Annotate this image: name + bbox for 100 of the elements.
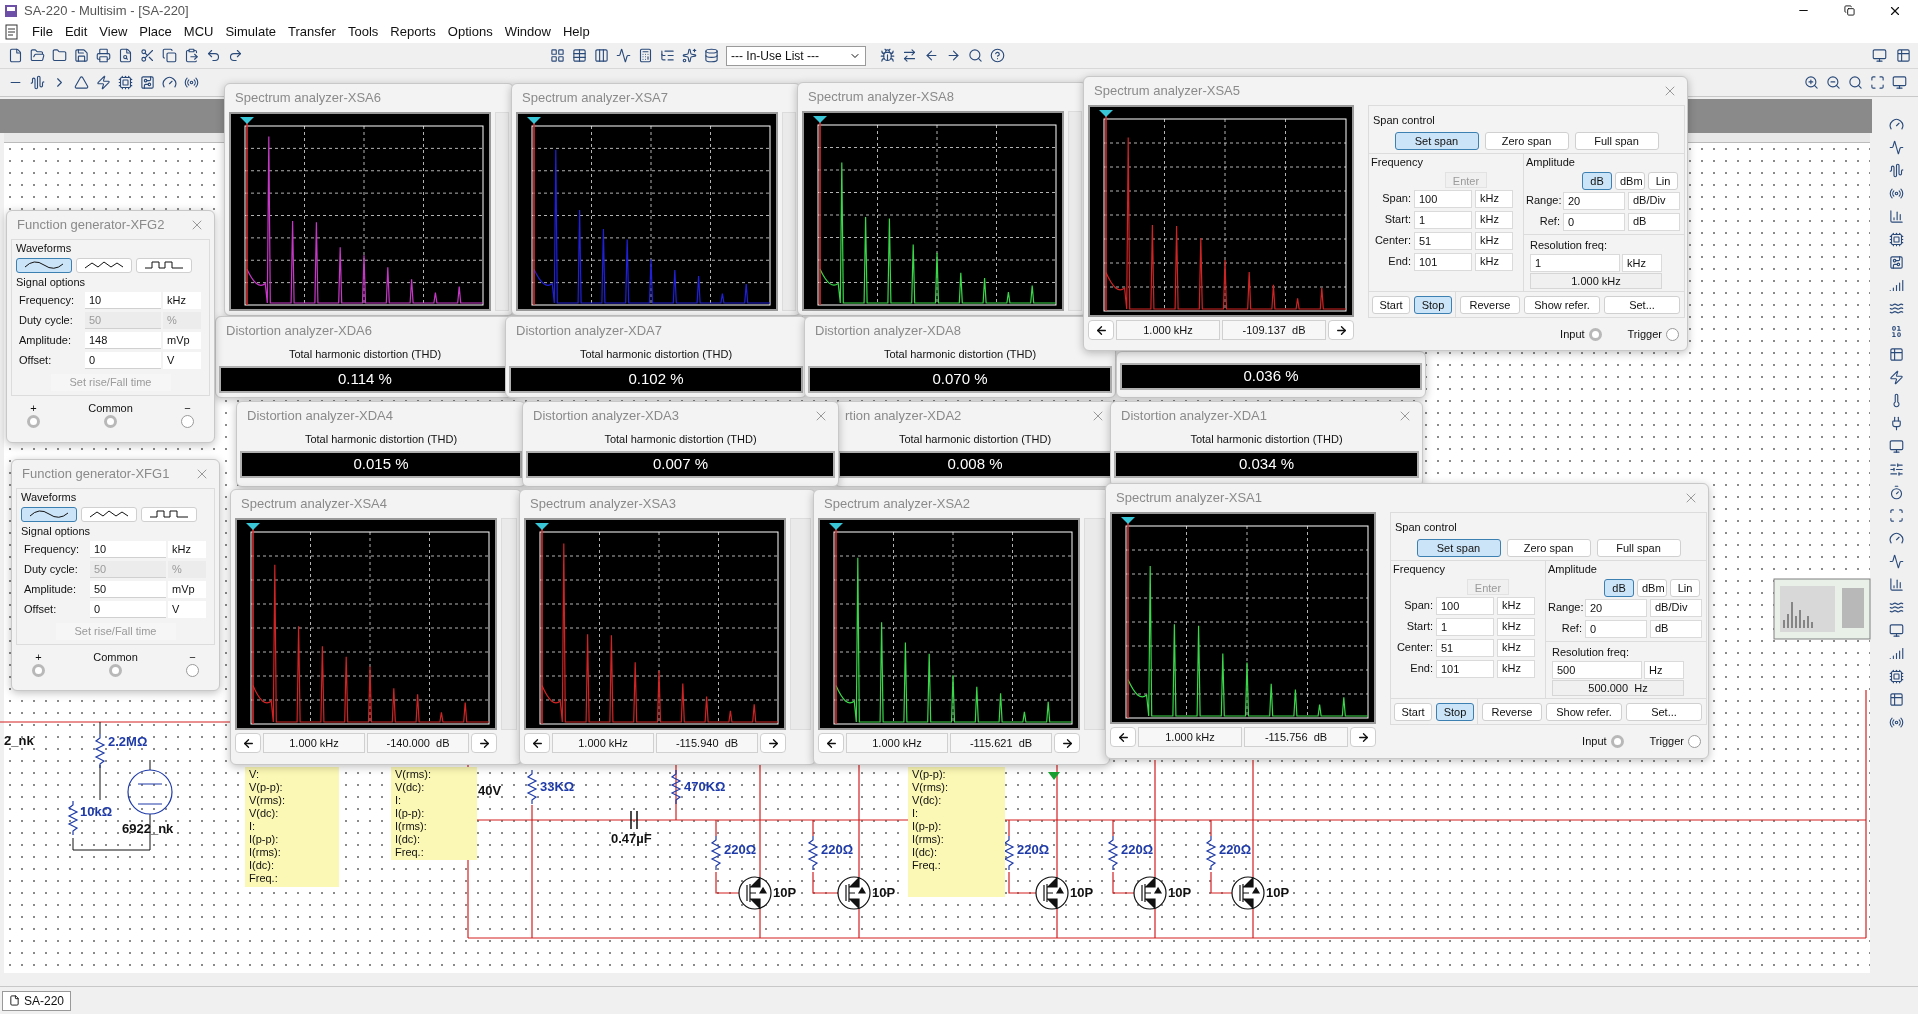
unit-field[interactable]: dB/Div [1650, 598, 1702, 617]
amplitude-unit-button[interactable]: dB [1582, 171, 1612, 190]
amplitude-value-field[interactable]: 20 [1563, 191, 1625, 210]
unit-field[interactable]: dB/Div [1628, 191, 1680, 210]
cursor-marker-icon[interactable] [829, 523, 843, 725]
run-button[interactable]: Stop [1414, 295, 1452, 314]
waveform-button[interactable] [16, 257, 72, 273]
cursor-marker-icon[interactable] [1099, 110, 1113, 312]
value-field[interactable]: 0 [90, 601, 166, 618]
unit-field[interactable]: kHz [1497, 659, 1535, 678]
cursor-left-button[interactable] [235, 733, 261, 753]
span-mode-button[interactable]: Set span [1416, 539, 1501, 557]
value-field[interactable]: 10 [90, 541, 166, 558]
unit-field[interactable]: kHz [1622, 254, 1662, 272]
action-button[interactable]: Reverse [1460, 295, 1520, 314]
cursor-marker-icon[interactable] [535, 523, 549, 725]
amplitude-unit-button[interactable]: Lin [1648, 171, 1678, 190]
in-use-list-dropdown[interactable]: --- In-Use List --- [726, 45, 866, 66]
cursor-right-button[interactable] [1350, 727, 1376, 747]
unit-field[interactable]: V [163, 352, 201, 369]
action-button[interactable]: Set... [1626, 702, 1702, 721]
unit-field[interactable]: mVp [163, 332, 201, 349]
value-field[interactable]: 10 [85, 292, 161, 309]
menu-item[interactable]: Window [504, 22, 551, 42]
value-field[interactable]: 50 [90, 581, 166, 598]
waveform-button[interactable] [21, 506, 77, 522]
value-field[interactable]: 0 [85, 352, 161, 369]
frequency-value-field[interactable]: 1 [1436, 617, 1494, 636]
amplitude-unit-button[interactable]: dBm [1637, 578, 1667, 597]
amplitude-value-field[interactable]: 0 [1563, 212, 1625, 231]
cursor-marker-icon[interactable] [813, 116, 827, 306]
cursor-marker-icon[interactable] [1121, 517, 1135, 719]
span-mode-button[interactable]: Full span [1596, 539, 1681, 557]
span-mode-button[interactable]: Set span [1394, 132, 1479, 150]
cursor-left-button[interactable] [1110, 727, 1136, 747]
span-mode-button[interactable]: Zero span [1484, 132, 1569, 150]
menu-item[interactable]: View [99, 22, 128, 42]
cursor-marker-icon[interactable] [240, 117, 254, 306]
action-button[interactable]: Reverse [1482, 702, 1542, 721]
unit-field[interactable]: mVp [168, 581, 206, 598]
menu-item[interactable]: Transfer [288, 22, 336, 42]
frequency-value-field[interactable]: 100 [1414, 189, 1472, 208]
resolution-field[interactable]: 500 [1552, 661, 1642, 679]
amplitude-unit-button[interactable]: dBm [1615, 171, 1645, 190]
amplitude-unit-button[interactable]: dB [1604, 578, 1634, 597]
unit-field[interactable]: dB [1650, 619, 1702, 638]
frequency-value-field[interactable]: 51 [1436, 638, 1494, 657]
unit-field[interactable]: V [168, 601, 206, 618]
cursor-marker-icon[interactable] [527, 117, 541, 306]
cursor-right-button[interactable] [1054, 733, 1080, 753]
menu-item[interactable]: Simulate [225, 22, 277, 42]
action-button[interactable]: Set... [1604, 295, 1680, 314]
unit-field[interactable]: dB [1628, 212, 1680, 231]
resolution-field[interactable]: 1 [1530, 254, 1620, 272]
value-field[interactable]: 148 [85, 332, 161, 349]
cursor-right-button[interactable] [760, 733, 786, 753]
amplitude-unit-button[interactable]: Lin [1670, 578, 1700, 597]
amplitude-value-field[interactable]: 20 [1585, 598, 1647, 617]
terminal-connector-icon[interactable] [1688, 734, 1701, 748]
unit-field[interactable]: kHz [1475, 252, 1513, 271]
action-button[interactable]: Show refer. [1524, 295, 1600, 314]
menu-item[interactable]: Place [139, 22, 172, 42]
cursor-left-button[interactable] [1088, 320, 1114, 340]
cursor-marker-icon[interactable] [246, 523, 260, 725]
unit-field[interactable]: kHz [1497, 638, 1535, 657]
cursor-left-button[interactable] [818, 733, 844, 753]
span-mode-button[interactable]: Full span [1574, 132, 1659, 150]
cursor-right-button[interactable] [471, 733, 497, 753]
menu-item[interactable]: Edit [64, 22, 88, 42]
unit-field[interactable]: kHz [163, 292, 201, 309]
frequency-value-field[interactable]: 101 [1436, 659, 1494, 678]
document-tab[interactable]: SA-220 [2, 990, 72, 1011]
terminal-connector-icon[interactable] [181, 415, 194, 428]
unit-field[interactable]: Hz [1644, 661, 1684, 679]
menu-item[interactable]: MCU [183, 22, 214, 42]
frequency-value-field[interactable]: 1 [1414, 210, 1472, 229]
run-button[interactable]: Stop [1436, 702, 1474, 721]
frequency-value-field[interactable]: 100 [1436, 596, 1494, 615]
cursor-left-button[interactable] [524, 733, 550, 753]
action-button[interactable]: Show refer. [1546, 702, 1622, 721]
menu-item[interactable]: Reports [390, 22, 436, 42]
run-button[interactable]: Start [1394, 702, 1432, 721]
terminal-connector-icon[interactable] [186, 664, 199, 677]
frequency-value-field[interactable]: 101 [1414, 252, 1472, 271]
frequency-value-field[interactable]: 51 [1414, 231, 1472, 250]
menu-item[interactable]: File [32, 22, 53, 42]
unit-field[interactable]: kHz [1475, 210, 1513, 229]
run-button[interactable]: Start [1372, 295, 1410, 314]
menu-item[interactable]: Help [562, 22, 590, 42]
menu-item[interactable]: Options [447, 22, 493, 42]
unit-field[interactable]: kHz [1475, 231, 1513, 250]
unit-field[interactable]: kHz [1475, 189, 1513, 208]
unit-field[interactable]: kHz [1497, 596, 1535, 615]
terminal-connector-icon[interactable] [1666, 327, 1679, 341]
amplitude-value-field[interactable]: 0 [1585, 619, 1647, 638]
unit-field[interactable]: kHz [168, 541, 206, 558]
cursor-right-button[interactable] [1328, 320, 1354, 340]
menu-item[interactable]: Tools [347, 22, 379, 42]
unit-field[interactable]: kHz [1497, 617, 1535, 636]
span-mode-button[interactable]: Zero span [1506, 539, 1591, 557]
